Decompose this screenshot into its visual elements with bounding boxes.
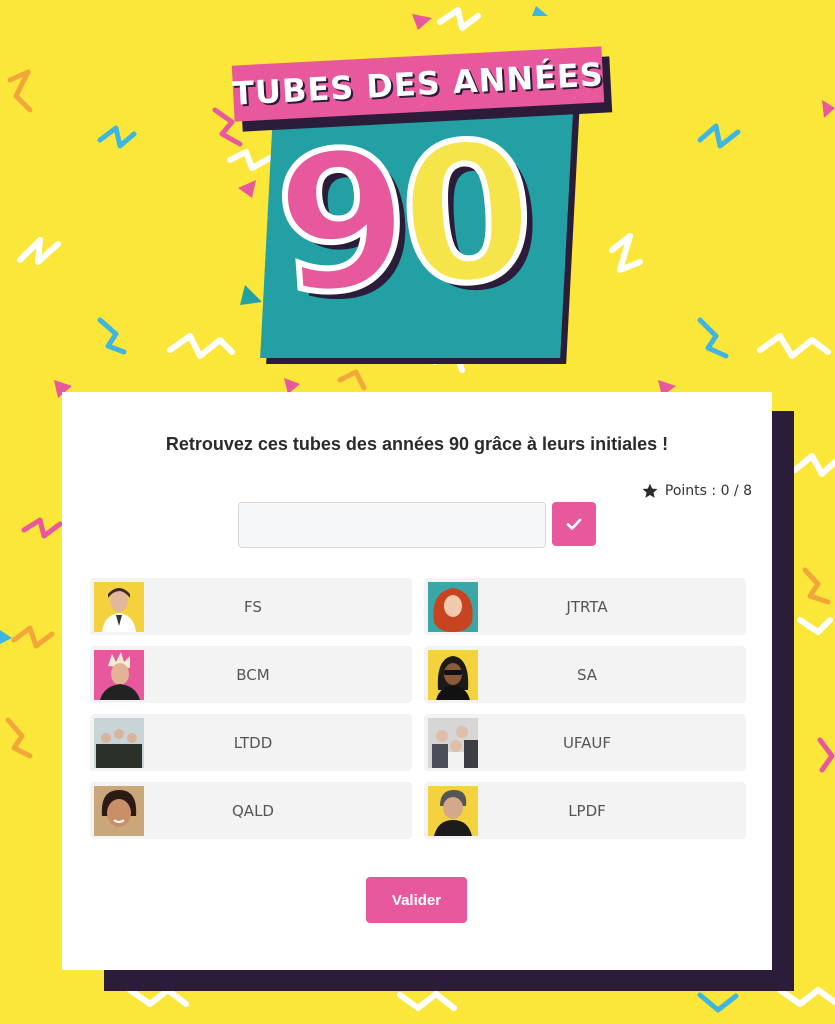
song-initials: LPDF bbox=[568, 801, 606, 820]
song-card[interactable]: SA bbox=[424, 646, 746, 703]
quiz-title: Retrouvez ces tubes des années 90 grâce … bbox=[165, 434, 669, 454]
song-initials: UFAUF bbox=[562, 733, 612, 752]
artist-photo bbox=[94, 649, 144, 700]
answer-input[interactable] bbox=[238, 502, 546, 548]
artist-photo bbox=[428, 785, 478, 836]
check-icon bbox=[566, 518, 582, 530]
artist-photo bbox=[428, 649, 478, 700]
artist-photo bbox=[428, 581, 478, 632]
logo: TUBES DES ANNÉES 9 0 bbox=[225, 38, 615, 364]
artist-photo bbox=[94, 717, 144, 768]
song-initials: QALD bbox=[232, 801, 274, 820]
logo-digit-zero: 0 bbox=[390, 97, 543, 333]
song-grid: FS JTRTA BCM SA LTDD UFAUF QALD LPDF bbox=[90, 578, 746, 839]
song-card[interactable]: JTRTA bbox=[424, 578, 746, 635]
song-card[interactable]: FS bbox=[90, 578, 412, 635]
artist-photo bbox=[94, 785, 144, 836]
artist-photo bbox=[94, 581, 144, 632]
song-initials: BCM bbox=[236, 665, 270, 684]
song-card[interactable]: UFAUF bbox=[424, 714, 746, 771]
song-card[interactable]: LPDF bbox=[424, 782, 746, 839]
song-initials: LTDD bbox=[233, 733, 273, 752]
logo-digit-nine: 9 bbox=[266, 105, 419, 341]
points-counter: Points : 0 / 8 bbox=[641, 482, 752, 500]
check-answer-button[interactable] bbox=[552, 502, 596, 546]
song-card[interactable]: QALD bbox=[90, 782, 412, 839]
points-label: Points : 0 / 8 bbox=[664, 483, 752, 499]
artist-photo bbox=[428, 717, 478, 768]
answer-row bbox=[238, 502, 596, 548]
song-card[interactable]: BCM bbox=[90, 646, 412, 703]
song-card[interactable]: LTDD bbox=[90, 714, 412, 771]
valider-button[interactable]: Valider bbox=[366, 877, 467, 923]
star-icon bbox=[642, 483, 658, 498]
song-initials: JTRTA bbox=[566, 597, 608, 616]
logo-banner-text: TUBES DES ANNÉES bbox=[231, 55, 605, 113]
quiz-panel: Retrouvez ces tubes des années 90 grâce … bbox=[62, 392, 772, 970]
song-initials: SA bbox=[576, 665, 598, 684]
song-initials: FS bbox=[244, 597, 262, 616]
